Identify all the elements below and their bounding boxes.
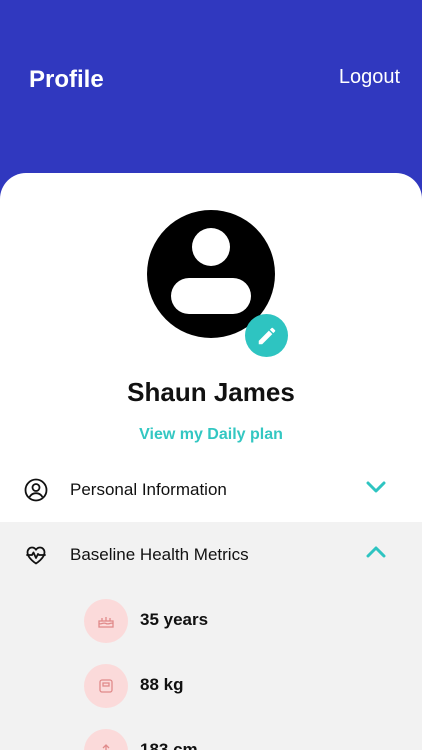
metric-value: 35 years [140,610,209,629]
chevron-down-icon[interactable] [365,480,387,494]
chevron-up-icon[interactable] [365,545,387,559]
page-title: Profile [29,66,104,93]
metric-value: 88 kg [140,675,184,694]
avatar-body [171,278,251,314]
height-icon [84,729,128,750]
logout-button[interactable]: Logout [339,66,400,89]
metric-value: 183 cm [140,740,198,750]
weight-scale-icon [84,664,128,708]
heart-pulse-icon [26,546,46,565]
profile-name: Shaun James [127,377,295,407]
header-bar: Profile Logout [0,0,422,200]
pencil-icon [258,327,275,344]
section-personal-information[interactable]: Personal Information [0,458,422,522]
view-daily-plan-link[interactable]: View my Daily plan [0,426,422,444]
section-baseline-health-metrics[interactable]: Baseline Health Metrics [0,523,422,587]
user-circle-icon [24,478,48,502]
section-label: Baseline Health Metrics [70,545,249,564]
section-label: Personal Information [70,480,227,499]
birthday-cake-icon [84,599,128,643]
avatar-head [192,228,230,266]
edit-avatar-button[interactable] [245,314,288,357]
